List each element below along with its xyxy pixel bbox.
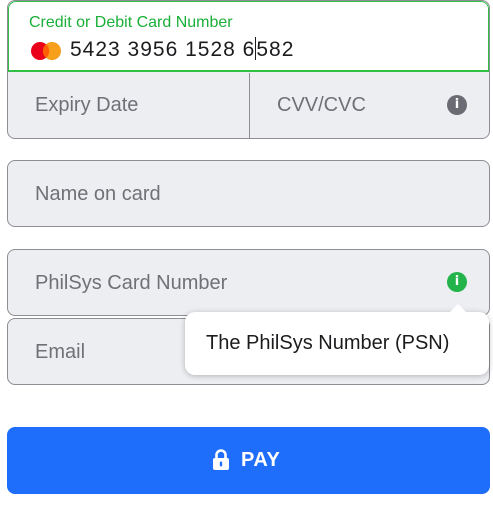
tooltip-arrow — [449, 304, 467, 313]
philsys-card-number-field[interactable]: PhilSys Card Number i — [7, 249, 490, 316]
cvv-info-icon[interactable]: i — [447, 95, 467, 115]
philsys-tooltip: The PhilSys Number (PSN) — [185, 304, 489, 375]
card-number-input[interactable]: 5423 3956 1528 6582 — [70, 37, 294, 62]
lock-icon — [213, 449, 229, 470]
card-number-field[interactable]: Credit or Debit Card Number 5423 3956 15… — [8, 1, 489, 72]
expiry-date-placeholder: Expiry Date — [35, 94, 139, 116]
philsys-card-number-placeholder: PhilSys Card Number — [35, 272, 228, 294]
mastercard-logo-icon — [31, 42, 61, 60]
cvv-field[interactable]: CVV/CVC i — [250, 73, 489, 138]
email-placeholder: Email — [35, 341, 86, 363]
name-on-card-field[interactable]: Name on card — [7, 160, 490, 227]
card-number-text-after-caret: 582 — [256, 38, 295, 61]
card-number-text-before-caret: 5423 3956 1528 6 — [70, 38, 256, 61]
tooltip-text: The PhilSys Number (PSN) — [206, 332, 450, 354]
pay-button-content: PAY — [212, 447, 280, 473]
pay-button[interactable]: PAY — [7, 427, 490, 494]
expiry-date-field[interactable]: Expiry Date — [8, 73, 250, 138]
philsys-info-icon[interactable]: i — [447, 272, 467, 292]
cvv-placeholder: CVV/CVC — [277, 94, 366, 116]
card-number-label: Credit or Debit Card Number — [29, 14, 233, 31]
pay-button-label: PAY — [241, 448, 281, 471]
name-on-card-placeholder: Name on card — [35, 183, 161, 205]
card-details-group: Credit or Debit Card Number 5423 3956 15… — [7, 0, 490, 139]
